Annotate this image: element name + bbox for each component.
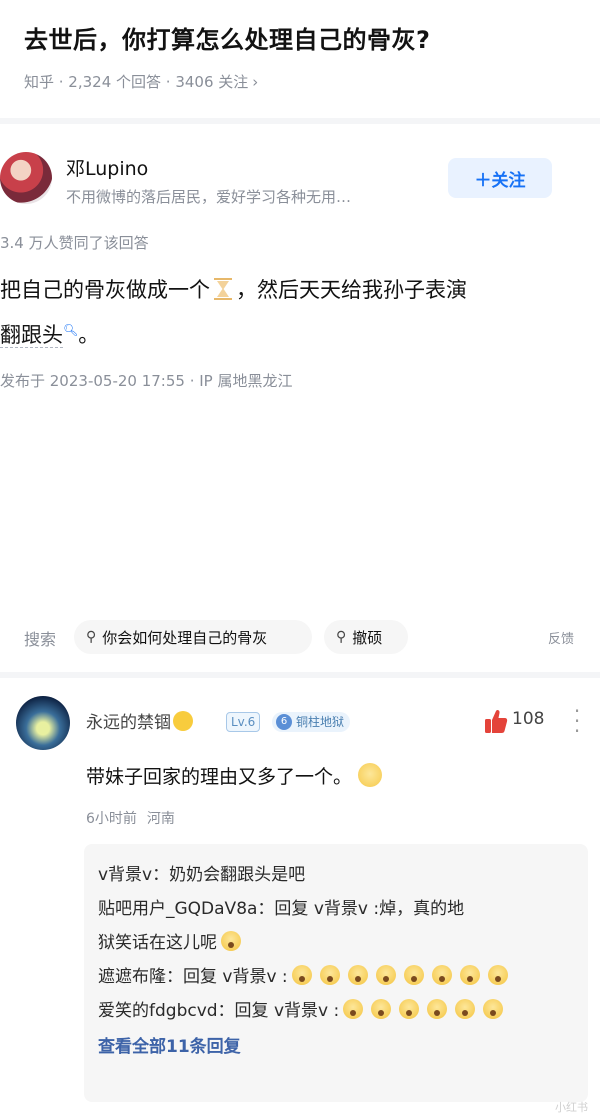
author-bio: 不用微博的落后居民，爱好学习各种无用… <box>66 188 352 206</box>
reply-line-continued[interactable]: 狱笑话在这儿呢 <box>98 926 574 960</box>
question-header: 去世后，你打算怎么处理自己的骨灰? 知乎 · 2,324 个回答 · 3406 … <box>0 0 600 118</box>
level-badge: Lv.6 <box>226 712 261 732</box>
answer-text-part: 把自己的骨灰做成一个 <box>0 278 210 302</box>
search-chip-label: 你会如何处理自己的骨灰 <box>102 628 268 647</box>
wow-emoji <box>375 965 396 985</box>
follow-button[interactable]: ＋关注 <box>448 158 552 198</box>
search-icon: ⚲ <box>336 629 347 645</box>
chevron-right-icon: › <box>252 73 259 91</box>
comment-location: 河南 <box>146 811 175 827</box>
comment-card: 永远的禁锢 Lv.6 6 铜柱地狱 108 · · · 带妹子回家的理由又多了一个。 … <box>0 678 600 1119</box>
reply-text: 遮遮布隆：回复 v背景v : <box>98 967 288 987</box>
wow-emoji <box>291 965 312 985</box>
more-icon[interactable]: · · · <box>573 701 581 741</box>
search-chip-label: 撤硕 <box>352 628 383 647</box>
rank-badge: 6 铜柱地狱 <box>272 712 351 732</box>
avatar[interactable] <box>0 152 52 204</box>
comment-meta: 6小时前 河南 <box>86 808 175 828</box>
grin-emoji <box>173 711 193 731</box>
commenter-name-text: 永远的禁锢 <box>86 713 171 733</box>
wow-emoji <box>431 965 452 985</box>
comment-text-body: 带妹子回家的理由又多了一个。 <box>86 766 353 788</box>
reply-text: v背景v：奶奶会翻跟头是吧 <box>98 865 306 885</box>
author-row: 邓Lupino 不用微博的落后居民，爱好学习各种无用… ＋关注 <box>0 152 552 208</box>
commenter-avatar[interactable] <box>16 696 70 750</box>
search-icon: ⚲ <box>86 629 97 645</box>
question-stats: 知乎 · 2,324 个回答 · 3406 关注 <box>24 73 249 91</box>
wow-emoji <box>343 999 364 1019</box>
wow-emoji <box>399 999 420 1019</box>
answer-text-part: ，然后天天给我孙子表演 <box>236 278 467 302</box>
comment-time: 6小时前 <box>86 811 137 827</box>
reply-line[interactable]: v背景v：奶奶会翻跟头是吧 <box>98 858 574 892</box>
wow-emoji <box>347 965 368 985</box>
search-label: 搜索 <box>24 630 57 649</box>
smile-emoji <box>358 763 383 787</box>
publish-time: 发布于 2023-05-20 17:55 · IP 属地黑龙江 <box>0 372 293 390</box>
reply-text: 贴吧用户_GQDaV8a：回复 v背景v :焯，真的地 <box>98 899 465 919</box>
search-chip[interactable]: ⚲ 你会如何处理自己的骨灰 <box>74 620 312 654</box>
commenter-name[interactable]: 永远的禁锢 <box>86 708 193 733</box>
hourglass-icon <box>214 278 232 300</box>
wow-emoji <box>371 999 392 1019</box>
answer-card: 邓Lupino 不用微博的落后居民，爱好学习各种无用… ＋关注 3.4 万人赞同… <box>0 124 600 624</box>
vote-count: 3.4 万人赞同了该回答 <box>0 234 149 252</box>
wow-emoji <box>403 965 424 985</box>
reply-line[interactable]: 贴吧用户_GQDaV8a：回复 v背景v :焯，真的地 <box>98 892 574 926</box>
question-meta[interactable]: 知乎 · 2,324 个回答 · 3406 关注 › <box>24 71 576 92</box>
rank-number: 6 <box>276 714 292 730</box>
wow-emoji <box>319 965 340 985</box>
reply-line[interactable]: 遮遮布隆：回复 v背景v : <box>98 960 574 994</box>
search-link[interactable]: 翻跟头 <box>0 323 63 348</box>
wow-emoji <box>487 965 508 985</box>
wow-emoji <box>427 999 448 1019</box>
answer-text-end: 。 <box>78 323 100 347</box>
reply-text: 爱笑的fdgbcvd：回复 v背景v : <box>98 1001 340 1021</box>
thumbs-up-icon[interactable] <box>484 708 508 734</box>
rank-name: 铜柱地狱 <box>296 715 345 729</box>
watermark: 小红书 <box>555 1101 588 1114</box>
wow-emoji <box>455 999 476 1019</box>
search-chip[interactable]: ⚲ 撤硕 <box>324 620 408 654</box>
reply-text: 狱笑话在这儿呢 <box>98 933 217 953</box>
like-count: 108 <box>512 709 545 729</box>
wow-emoji <box>459 965 480 985</box>
comment-text: 带妹子回家的理由又多了一个。 <box>86 762 383 789</box>
replies-box: v背景v：奶奶会翻跟头是吧 贴吧用户_GQDaV8a：回复 v背景v :焯，真的… <box>84 844 588 1102</box>
author-name[interactable]: 邓Lupino <box>66 154 148 181</box>
wow-emoji <box>483 999 504 1019</box>
feedback-link[interactable]: 反馈 <box>548 628 574 647</box>
view-all-replies-link[interactable]: 查看全部11条回复 <box>98 1030 574 1064</box>
search-icon[interactable]: 🔍︎ <box>63 323 78 337</box>
related-search: 搜索 ⚲ 你会如何处理自己的骨灰 ⚲ 撤硕 反馈 <box>0 618 600 658</box>
answer-text: 把自己的骨灰做成一个 ，然后天天给我孙子表演 翻跟头🔍︎。 <box>0 270 552 355</box>
question-title[interactable]: 去世后，你打算怎么处理自己的骨灰? <box>24 20 576 55</box>
reply-line[interactable]: 爱笑的fdgbcvd：回复 v背景v : <box>98 994 574 1028</box>
wow-emoji <box>221 931 241 951</box>
